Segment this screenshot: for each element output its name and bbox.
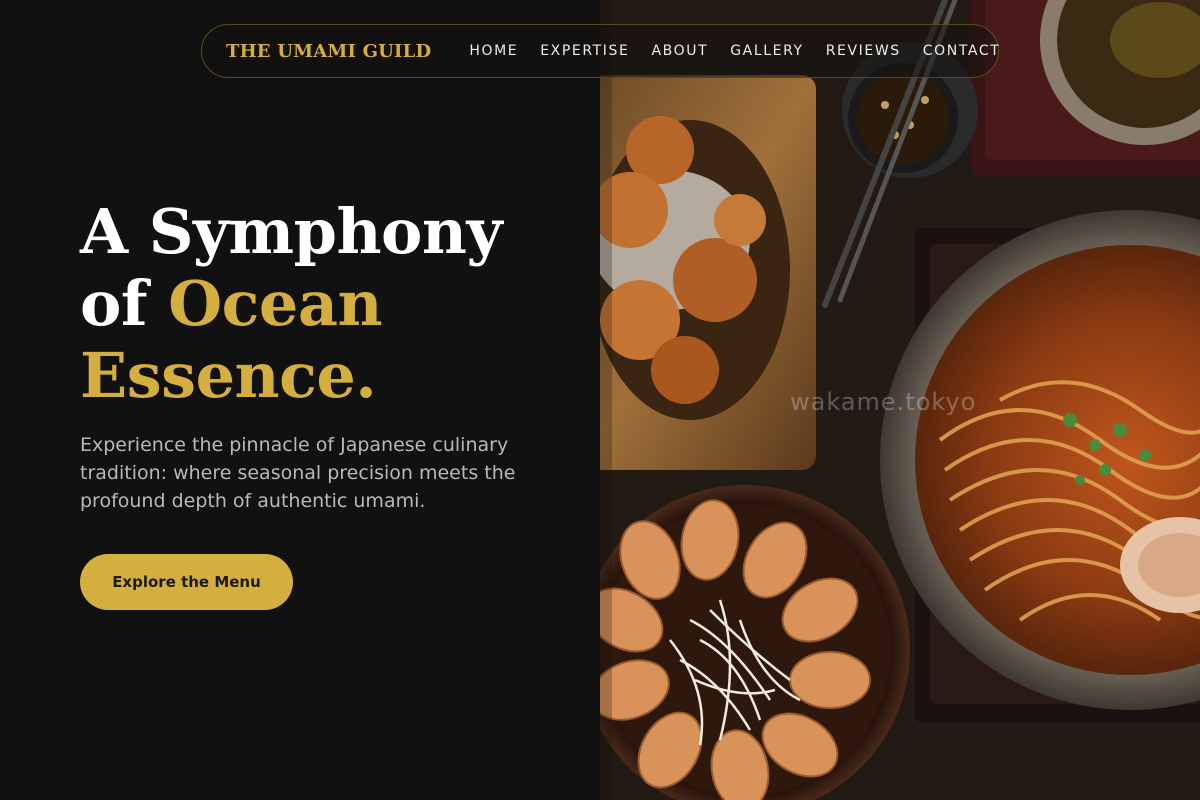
nav-links: HOME EXPERTISE ABOUT GALLERY REVIEWS CON…	[469, 43, 1000, 59]
hero-title-accent: Ocean	[168, 267, 383, 340]
hero-food-image: wakame.tokyo	[600, 0, 1200, 800]
hero-description: Experience the pinnacle of Japanese culi…	[80, 434, 516, 512]
nav-link-home[interactable]: HOME	[469, 43, 518, 59]
hero-title-line-3: Essence.	[80, 339, 377, 412]
hero-title-line-1: A Symphony	[80, 195, 502, 268]
brand-logo[interactable]: THE UMAMI GUILD	[226, 41, 431, 62]
nav-link-gallery[interactable]: GALLERY	[730, 43, 803, 59]
hero-title-line-2: of Ocean	[80, 268, 580, 340]
nav-link-contact[interactable]: CONTACT	[923, 43, 1001, 59]
explore-menu-button[interactable]: Explore the Menu	[80, 554, 293, 610]
hero-title: A Symphony of Ocean Essence.	[80, 196, 580, 412]
hero-title-prefix: of	[80, 267, 169, 340]
nav-link-reviews[interactable]: REVIEWS	[826, 43, 901, 59]
nav-link-expertise[interactable]: EXPERTISE	[540, 43, 629, 59]
image-watermark: wakame.tokyo	[790, 388, 977, 416]
nav-link-about[interactable]: ABOUT	[651, 43, 708, 59]
top-navigation: THE UMAMI GUILD HOME EXPERTISE ABOUT GAL…	[201, 24, 999, 78]
